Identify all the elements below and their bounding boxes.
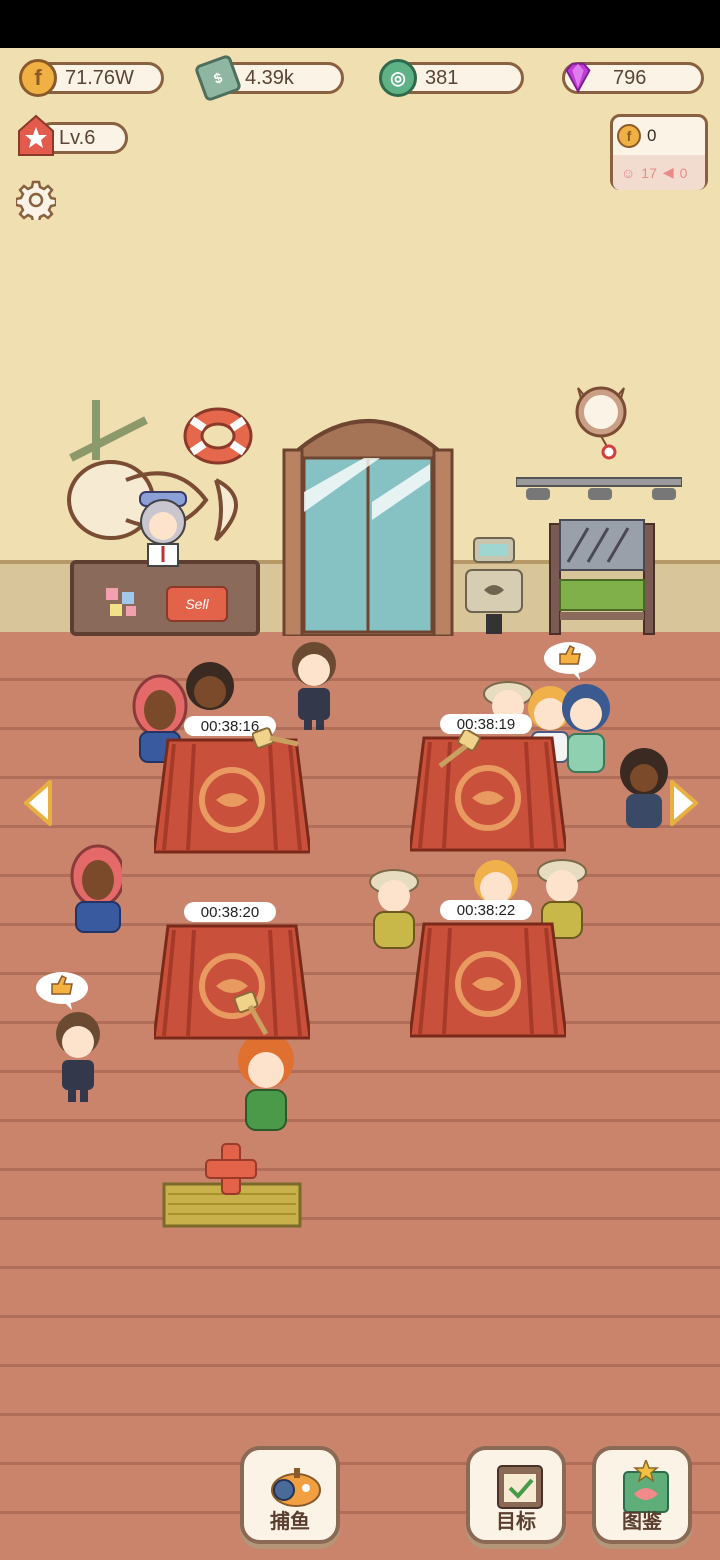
gavel-icon [438,730,481,768]
auction-stall[interactable]: 00:38:19 [410,714,566,856]
cat-clock-decor [575,386,627,460]
level-badge[interactable]: Lv.6 [18,114,128,156]
shop-income-panel[interactable]: f 0 ☺ 17 ◀ 0 [610,114,708,190]
fishing-button[interactable]: 捕鱼 [240,1446,340,1544]
stall-table [410,736,566,852]
sell-sign: Sell [166,586,228,622]
angry-count: 0 [679,164,688,181]
goals-button[interactable]: 目标 [466,1446,566,1544]
coin-icon: f [19,59,57,97]
shell-icon: ◎ [379,59,417,97]
level-value: Lv.6 [59,126,96,149]
fishing-label: 捕鱼 [270,1511,310,1533]
add-stall-button[interactable] [160,1140,304,1232]
happy-face-icon: ☺ [621,164,636,181]
coins-value: 71.76W [65,66,134,89]
stall-timer: 00:38:20 [184,902,276,922]
right-arrow-icon[interactable] [666,778,702,828]
guide-label: 图鉴 [622,1511,662,1533]
like-bubble [544,642,596,680]
happy-count: 17 [641,164,657,181]
coin-icon: f [617,124,641,148]
lifebuoy-decor [183,407,253,465]
guide-button[interactable]: 图鉴 [592,1446,692,1544]
stall-table [154,924,310,1040]
cash-value: 4.39k [245,66,294,89]
player-character[interactable] [234,1030,294,1140]
coins-counter[interactable]: f 71.76W [19,59,164,97]
angry-icon: ◀ [662,164,674,180]
shop-counter[interactable]: Sell [70,560,260,636]
gems-value: 796 [613,66,647,89]
like-bubble [36,972,88,1010]
goals-label: 目标 [496,1511,536,1533]
elevator-door[interactable] [280,402,456,636]
star-icon [18,114,54,156]
gem-icon [559,59,597,97]
status-bar [0,0,720,48]
sticky-notes-icon [106,588,136,616]
gavel-icon [234,990,269,1036]
customer-character[interactable] [48,1010,108,1120]
auction-stall[interactable]: 00:38:22 [410,900,566,1042]
customer-character[interactable] [612,748,672,858]
left-arrow-icon[interactable] [20,778,56,828]
gavel-icon [252,727,299,749]
robot-vendor[interactable] [456,536,532,636]
auction-stall[interactable]: 00:38:20 [154,902,310,1044]
stall-timer: 00:38:22 [440,900,532,920]
income-coins: 0 [647,126,657,145]
gems-counter[interactable]: 796 [562,62,704,94]
cash-counter[interactable]: $ 4.39k [193,53,344,103]
wall-shelf [516,477,682,500]
gear-icon[interactable] [16,180,56,220]
stall-table [410,922,566,1038]
fishing-rod-rack[interactable] [548,518,656,636]
customer-character[interactable] [62,842,122,952]
shells-value: 381 [425,66,459,89]
shopkeeper-character[interactable] [132,488,194,568]
shells-counter[interactable]: ◎ 381 [379,59,524,97]
